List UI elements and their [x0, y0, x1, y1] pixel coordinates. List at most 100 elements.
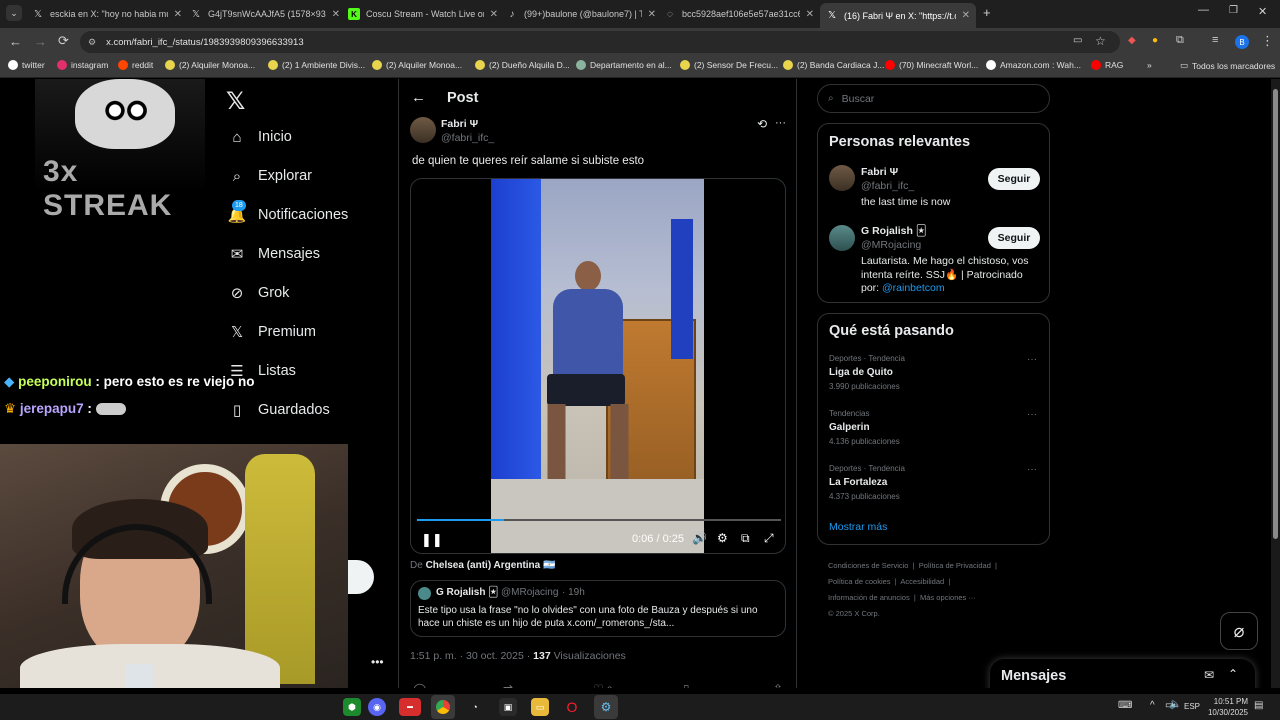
bookmark-item[interactable]: reddit — [118, 60, 153, 70]
back-button[interactable]: ← — [9, 34, 22, 49]
chrome-taskbar-icon[interactable] — [431, 695, 455, 719]
tray-chevron-icon[interactable]: ^ — [1150, 700, 1155, 711]
pip-icon[interactable]: ⧉ — [741, 531, 750, 546]
browser-tab[interactable]: K Coscu Stream - Watch Live on K ✕ — [348, 3, 498, 25]
close-icon[interactable]: ✕ — [490, 9, 498, 20]
close-icon[interactable]: ✕ — [806, 9, 814, 20]
trend-name[interactable]: Galperin — [829, 422, 870, 433]
browser-tab[interactable]: ◌ bcc5928aef106e5e57ae31cc682 ✕ — [664, 3, 814, 25]
tray-icon[interactable]: ⌨ — [1118, 700, 1132, 711]
reload-button[interactable]: ⟳ — [58, 33, 69, 49]
more-button[interactable]: ••• — [371, 655, 384, 669]
extension-icon[interactable]: ● — [1152, 35, 1158, 46]
back-arrow-icon[interactable]: ← — [411, 89, 426, 106]
scrollbar[interactable] — [1271, 79, 1280, 688]
close-window-button[interactable]: ✕ — [1258, 5, 1267, 18]
repost-icon[interactable]: ⇄ — [503, 682, 513, 688]
close-icon[interactable]: ✕ — [962, 10, 970, 21]
like-icon[interactable]: ♡ 3 — [593, 682, 612, 688]
all-bookmarks[interactable]: ▭ Todos los marcadores — [1180, 60, 1275, 71]
clock[interactable]: 10:51 PM 10/30/2025 — [1200, 696, 1248, 718]
bookmark-item[interactable]: Departamento en al... — [576, 60, 672, 70]
reply-icon[interactable]: ◯ — [413, 682, 426, 688]
taskbar-app-icon[interactable]: ▣ — [499, 698, 517, 716]
browser-tab-active[interactable]: 𝕏 (16) Fabri Ψ en X: "https://t.co/ ✕ — [820, 3, 976, 28]
trend-more-icon[interactable]: ··· — [1027, 409, 1037, 420]
extension-icon[interactable]: ◆ — [1128, 35, 1136, 46]
nav-item-guardados[interactable]: ▯ Guardados — [228, 401, 330, 419]
browser-tab[interactable]: ♪ (99+)baulone (@baulone7) | Tik ✕ — [506, 3, 657, 25]
volume-icon[interactable]: 🔈 — [1169, 699, 1181, 710]
bookmark-item[interactable]: (2) Alquiler Monoa... — [372, 60, 462, 70]
author-handle[interactable]: @fabri_ifc_ — [441, 132, 494, 144]
opera-icon[interactable]: O — [563, 698, 581, 716]
video-player[interactable]: ❚❚ 0:06 / 0:25 🔊 ⚙ ⧉ ⤢ — [410, 178, 786, 554]
person-name[interactable]: G Rojalish 🃏 — [861, 225, 927, 237]
bookmarks-overflow[interactable]: » — [1147, 60, 1152, 70]
bookmark-item[interactable]: instagram — [57, 60, 108, 70]
scrollbar-thumb[interactable] — [1273, 89, 1278, 539]
browser-tab[interactable]: 𝕏 esckia en X: "hoy no habia muc ✕ — [32, 3, 182, 25]
quoted-post[interactable]: G Rojalish 🃏 @MRojacing · 19h Este tipo … — [410, 580, 786, 637]
x-logo-icon[interactable]: 𝕏 — [226, 87, 245, 116]
search-box[interactable]: ⌕ Buscar — [817, 84, 1050, 113]
messages-drawer[interactable]: Mensajes ✉ ⌃ — [990, 659, 1255, 688]
taskbar-app-icon[interactable]: ◉ — [368, 698, 386, 716]
bookmark-item[interactable]: (70) Minecraft Worl... — [885, 60, 978, 70]
file-explorer-icon[interactable]: ▭ — [531, 698, 549, 716]
pause-icon[interactable]: ❚❚ — [421, 532, 443, 548]
cast-icon[interactable]: ▭ — [1073, 35, 1082, 46]
taskbar-app-icon[interactable]: ◔ — [466, 698, 484, 716]
nav-item-listas[interactable]: ☰ Listas — [228, 362, 296, 380]
settings-icon[interactable]: ⚙ — [717, 531, 728, 545]
bookmark-item[interactable]: (2) Banda Cardiaca J... — [783, 60, 884, 70]
expand-icon[interactable]: ⌃ — [1228, 667, 1238, 681]
person-avatar[interactable] — [829, 165, 855, 191]
url-bar[interactable]: ⚙ x.com/fabri_ifc_/status/19839398093966… — [80, 31, 1120, 53]
follow-button[interactable]: Seguir — [988, 227, 1040, 249]
bookmark-item[interactable]: (2) Alquiler Monoa... — [165, 60, 255, 70]
bookmark-icon[interactable]: ▯ — [683, 682, 690, 688]
volume-icon[interactable]: 🔊 — [692, 531, 707, 545]
bookmark-item[interactable]: (2) Dueño Alquila D... — [475, 60, 570, 70]
grok-icon[interactable]: ⟲ — [757, 117, 767, 131]
nav-item-inicio[interactable]: ⌂ Inicio — [228, 128, 291, 146]
post-button-partial[interactable] — [348, 560, 374, 594]
share-icon[interactable]: ⇧ — [773, 682, 783, 688]
fullscreen-icon[interactable]: ⤢ — [764, 531, 774, 546]
taskbar-app-icon[interactable]: ▬ — [399, 698, 421, 716]
bookmark-item[interactable]: Amazon.com : Wah... — [986, 60, 1081, 70]
author-name[interactable]: Fabri Ψ — [441, 118, 478, 130]
puzzle-icon[interactable]: ⧉ — [1176, 34, 1184, 47]
restore-button[interactable]: ❐ — [1229, 5, 1238, 16]
more-options-icon[interactable]: ··· — [775, 117, 786, 129]
video-progress-track[interactable] — [417, 519, 781, 521]
trend-name[interactable]: La Fortaleza — [829, 477, 887, 488]
steam-icon[interactable]: ⚙ — [594, 695, 618, 719]
bookmark-item[interactable]: (2) Sensor De Frecu... — [680, 60, 778, 70]
notification-icon[interactable]: ▤ — [1254, 700, 1263, 711]
site-info-icon[interactable]: ⚙ — [88, 37, 96, 48]
person-avatar[interactable] — [829, 225, 855, 251]
video-source[interactable]: De Chelsea (anti) Argentina 🇦🇷 — [410, 560, 555, 571]
star-icon[interactable]: ☆ — [1095, 34, 1106, 48]
follow-button[interactable]: Seguir — [988, 168, 1040, 190]
nav-item-grok[interactable]: ⊘ Grok — [228, 284, 290, 302]
trend-name[interactable]: Liga de Quito — [829, 367, 893, 378]
bookmark-item[interactable]: RAG — [1091, 60, 1123, 70]
nav-item-explorar[interactable]: ⌕ Explorar — [228, 167, 312, 185]
new-tab-button[interactable]: + — [983, 5, 991, 20]
bio-link[interactable]: @rainbetcom — [882, 282, 945, 294]
tab-search-button[interactable]: ⌄ — [6, 5, 22, 21]
trend-more-icon[interactable]: ··· — [1027, 464, 1037, 475]
author-avatar[interactable] — [410, 117, 436, 143]
menu-icon[interactable]: ⋮ — [1261, 33, 1274, 49]
forward-button[interactable]: → — [34, 34, 47, 49]
nav-item-premium[interactable]: 𝕏 Premium — [228, 323, 316, 341]
language-indicator[interactable]: ESP — [1184, 702, 1200, 711]
trend-more-icon[interactable]: ··· — [1027, 354, 1037, 365]
show-more-link[interactable]: Mostrar más — [829, 521, 887, 533]
taskbar-app-icon[interactable]: ⬢ — [343, 698, 361, 716]
nav-item-mensajes[interactable]: ✉ Mensajes — [228, 245, 320, 263]
close-icon[interactable]: ✕ — [332, 9, 340, 20]
